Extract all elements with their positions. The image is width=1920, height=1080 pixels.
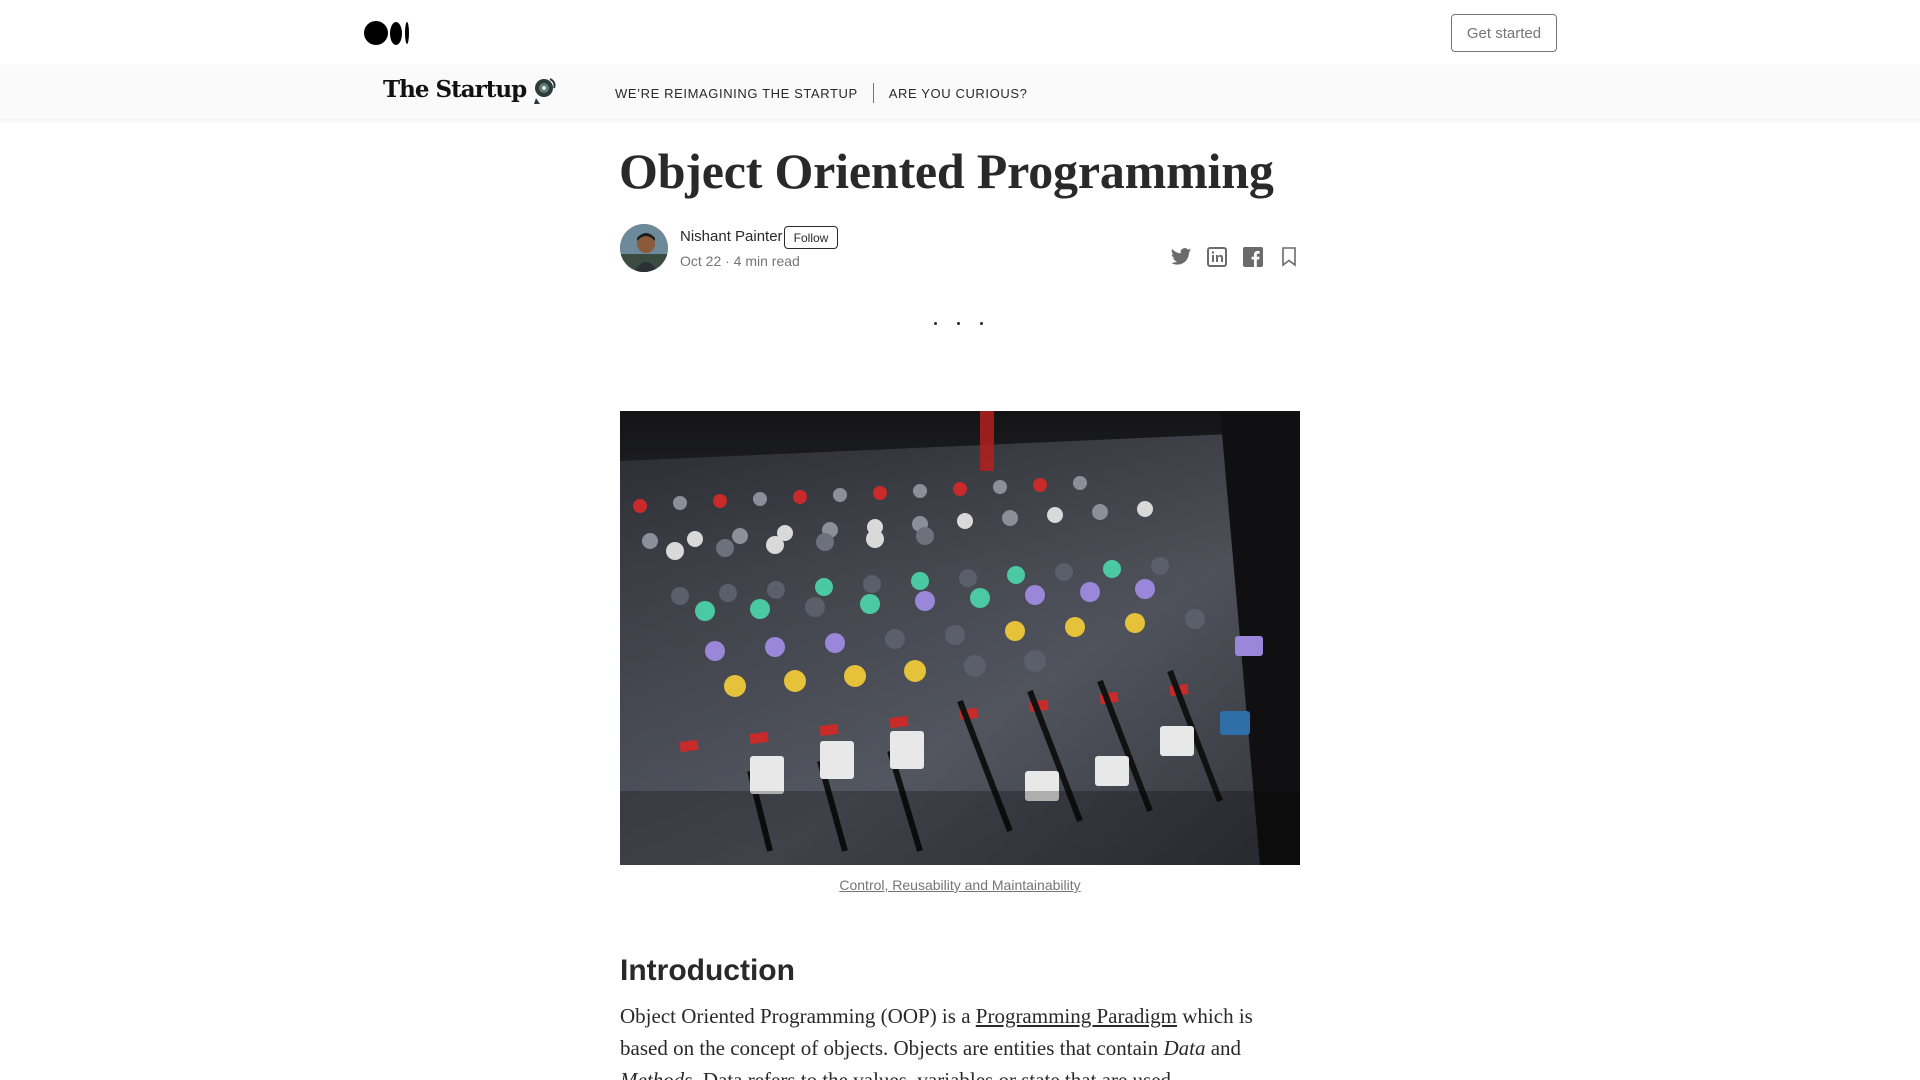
author-avatar[interactable] (620, 224, 668, 272)
caption-link[interactable]: Control, Reusability and Maintainability (839, 877, 1080, 893)
article-meta: Oct 22 · 4 min read (680, 253, 800, 269)
nav-link-reimagining[interactable]: WE’RE REIMAGINING THE STARTUP (615, 86, 858, 101)
bookmark-icon[interactable] (1278, 246, 1300, 268)
facebook-icon[interactable] (1242, 246, 1264, 268)
publication-logo-icon (534, 78, 556, 104)
nav-divider (872, 83, 874, 103)
publication-bar: The Startup WE’RE REIMAGINING THE STARTU… (0, 65, 1920, 119)
section-heading: Introduction (620, 954, 795, 987)
linkedin-icon[interactable] (1206, 246, 1228, 268)
article-title: Object Oriented Programming (619, 143, 1274, 199)
author-name[interactable]: Nishant Painter (680, 228, 783, 245)
publication-name[interactable]: The Startup (383, 76, 527, 103)
nav-link-curious[interactable]: ARE YOU CURIOUS? (889, 86, 1028, 101)
twitter-icon[interactable] (1170, 246, 1192, 268)
image-caption: Control, Reusability and Maintainability (620, 877, 1300, 893)
follow-button[interactable]: Follow (784, 226, 838, 249)
top-bar: Get started (0, 0, 1920, 65)
medium-logo[interactable] (364, 21, 409, 45)
article-paragraph: Object Oriented Programming (OOP) is a P… (620, 1004, 1253, 1080)
programming-paradigm-link[interactable]: Programming Paradigm (976, 1004, 1177, 1028)
hero-image (620, 411, 1300, 865)
section-divider (934, 322, 983, 325)
publication-nav: WE’RE REIMAGINING THE STARTUP ARE YOU CU… (615, 83, 1027, 103)
get-started-button[interactable]: Get started (1451, 14, 1557, 52)
share-bar (1170, 246, 1300, 268)
